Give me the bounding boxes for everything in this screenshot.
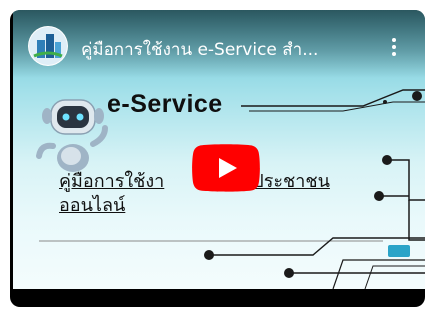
building-logo-icon — [29, 27, 67, 65]
side-chip-decoration — [388, 245, 410, 257]
play-icon — [192, 144, 260, 192]
thumbnail-heading: e-Service — [107, 90, 223, 118]
channel-avatar[interactable] — [28, 26, 68, 66]
thumbnail-manual-line2: ออนไลน์ — [59, 195, 126, 216]
video-thumbnail[interactable]: e-Service คู่มือการใช้งา ประชาชน ออนไลน์ … — [13, 10, 425, 289]
video-player[interactable]: e-Service คู่มือการใช้งา ประชาชน ออนไลน์ … — [10, 10, 425, 307]
play-button[interactable] — [192, 144, 260, 192]
video-title[interactable]: คู่มือการใช้งาน e-Service สำ... — [81, 36, 381, 63]
video-top-bar: คู่มือการใช้งาน e-Service สำ... — [13, 10, 425, 78]
robot-mascot-image — [36, 99, 108, 172]
more-vert-icon[interactable] — [383, 34, 405, 60]
